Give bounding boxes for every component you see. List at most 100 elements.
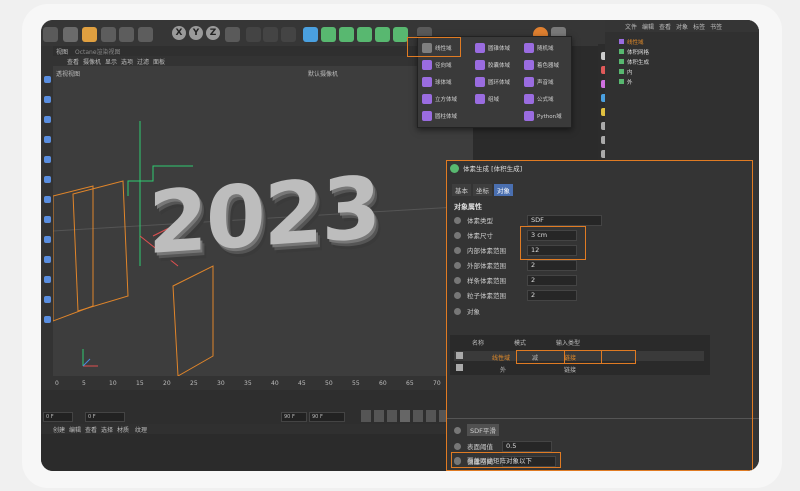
prev-key-icon[interactable]	[374, 410, 384, 422]
om-menu-view[interactable]: 查看	[659, 22, 671, 31]
rotate-icon[interactable]	[119, 27, 134, 42]
cone-field-item[interactable]: 圆锥体域	[475, 39, 510, 56]
ruler-tick: 65	[406, 380, 414, 387]
random-field-item[interactable]: 随机域	[524, 39, 554, 56]
object-row[interactable]: 体积生成	[619, 57, 649, 66]
viewport-title: Octane渲染视图	[75, 49, 121, 56]
left-tool-bar	[41, 46, 53, 406]
paint-icon[interactable]	[44, 316, 51, 323]
coords-icon[interactable]	[225, 27, 240, 42]
workplane-icon[interactable]	[44, 216, 51, 223]
z-axis-button[interactable]: Z	[206, 26, 220, 40]
text-2023[interactable]: 2023	[148, 158, 379, 274]
deformer-icon[interactable]	[375, 27, 390, 42]
torus-field-item[interactable]: 圆环体域	[475, 73, 510, 90]
cinema4d-window: X Y Z 视图 Octane渲染视图 查看 摄像机 显示 选项 过滤 面板 透…	[41, 20, 759, 471]
cylinder-field-item[interactable]: 圆柱体域	[422, 107, 457, 124]
sound-field-item[interactable]: 声音域	[524, 73, 554, 90]
transform-icon[interactable]	[138, 27, 153, 42]
om-menu-bookmark[interactable]: 书签	[710, 22, 722, 31]
menu-view[interactable]: 查看	[67, 57, 79, 66]
sphere-field-item[interactable]: 球体域	[422, 73, 452, 90]
axis-gizmo-icon	[82, 349, 98, 367]
ruler-tick: 20	[163, 380, 171, 387]
menu-create[interactable]: 创建	[53, 425, 65, 434]
om-menu-file[interactable]: 文件	[625, 22, 637, 31]
sculpt-icon[interactable]	[44, 296, 51, 303]
ruler-tick: 0	[55, 380, 59, 387]
ruler-tick: 30	[217, 380, 225, 387]
ruler-tick: 35	[244, 380, 252, 387]
ruler-tick: 55	[352, 380, 360, 387]
group-field-item[interactable]: 组域	[475, 90, 499, 107]
play-icon[interactable]	[400, 410, 410, 422]
x-axis-button[interactable]: X	[172, 26, 186, 40]
move-icon[interactable]	[82, 27, 97, 42]
capsule-field-item[interactable]: 胶囊体域	[475, 56, 510, 73]
edges-mode-icon[interactable]	[44, 116, 51, 123]
uv-mode-icon[interactable]	[44, 156, 51, 163]
object-row[interactable]: 体积网格	[619, 47, 649, 56]
snap-icon[interactable]	[44, 176, 51, 183]
menu-select[interactable]: 选择	[101, 425, 113, 434]
menu-edit[interactable]: 编辑	[69, 425, 81, 434]
undo-icon[interactable]	[43, 27, 58, 42]
om-menu-object[interactable]: 对象	[676, 22, 688, 31]
prev-frame-icon[interactable]	[387, 410, 397, 422]
spline-pen-icon[interactable]	[321, 27, 336, 42]
end-frame-field[interactable]: 90 F	[281, 412, 307, 422]
menu-filter[interactable]: 过滤	[137, 57, 149, 66]
python-field-item[interactable]: Python域	[524, 107, 562, 124]
perspective-viewport[interactable]: 透视视图 默认摄像机 2023	[53, 66, 473, 376]
model-mode-icon[interactable]	[44, 76, 51, 83]
menu-options[interactable]: 选项	[121, 57, 133, 66]
points-mode-icon[interactable]	[44, 96, 51, 103]
render-settings-icon[interactable]	[281, 27, 296, 42]
object-row[interactable]: 外	[619, 77, 633, 86]
texture-icon[interactable]	[44, 276, 51, 283]
timeline-controls: 0 F 0 F 90 F 90 F	[41, 390, 481, 424]
ruler-tick: 45	[298, 380, 306, 387]
object-label: 体积生成	[627, 59, 650, 66]
om-menu-edit[interactable]: 编辑	[642, 22, 654, 31]
shader-field-item[interactable]: 着色器域	[524, 56, 559, 73]
render-view-icon[interactable]	[263, 27, 278, 42]
next-frame-icon[interactable]	[413, 410, 423, 422]
cube-icon[interactable]	[303, 27, 318, 42]
timeline-ruler[interactable]: 0 5 10 15 20 25 30 35 40 45 50 55 60 65 70	[53, 376, 473, 390]
attribute-manager-highlight	[446, 160, 753, 471]
menu-material[interactable]: 材质	[117, 425, 129, 434]
select-icon[interactable]	[63, 27, 78, 42]
solo-icon[interactable]	[44, 256, 51, 263]
scale-icon[interactable]	[101, 27, 116, 42]
menu-texture[interactable]: 纹理	[135, 425, 147, 434]
array-icon[interactable]	[357, 27, 372, 42]
volume-icon[interactable]	[393, 27, 408, 42]
preview-end-field[interactable]: 90 F	[309, 412, 345, 422]
viewport-tab[interactable]: 视图	[56, 47, 68, 56]
material-manager: 创建 编辑 查看 选择 材质 纹理	[41, 424, 481, 471]
first-frame-icon[interactable]	[361, 410, 371, 422]
cube-field-item[interactable]: 立方体域	[422, 90, 457, 107]
om-menu-tag[interactable]: 标签	[693, 22, 705, 31]
render-region-icon[interactable]	[246, 27, 261, 42]
viewport-menu: 查看 摄像机 显示 选项 过滤 面板	[53, 56, 473, 66]
ruler-tick: 5	[82, 380, 86, 387]
start-frame-field[interactable]: 0 F	[43, 412, 73, 422]
material-menu: 创建 编辑 查看 选择 材质 纹理	[41, 424, 481, 434]
axis-icon[interactable]	[44, 196, 51, 203]
menu-panel[interactable]: 面板	[153, 57, 165, 66]
object-row[interactable]: 内	[619, 67, 633, 76]
formula-field-item[interactable]: 公式域	[524, 90, 554, 107]
menu-cameras[interactable]: 摄像机	[83, 57, 101, 66]
next-key-icon[interactable]	[426, 410, 436, 422]
menu-view2[interactable]: 查看	[85, 425, 97, 434]
current-frame-field[interactable]: 0 F	[85, 412, 125, 422]
lock-icon[interactable]	[44, 236, 51, 243]
object-row[interactable]: 线性域	[619, 37, 644, 46]
polygons-mode-icon[interactable]	[44, 136, 51, 143]
radial-field-item[interactable]: 径向域	[422, 56, 452, 73]
menu-display[interactable]: 显示	[105, 57, 117, 66]
y-axis-button[interactable]: Y	[189, 26, 203, 40]
generator-icon[interactable]	[339, 27, 354, 42]
